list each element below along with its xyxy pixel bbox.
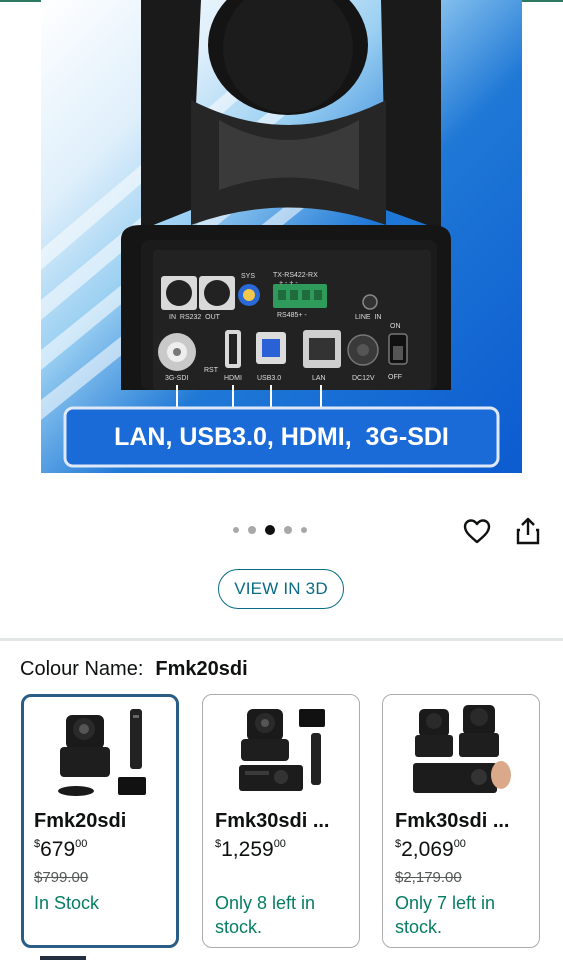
product-image[interactable]: SYS TX-RS422-RX + - + - RS485+ - IN RS23… <box>41 0 522 473</box>
variant-stock-status: Only 8 left in stock. <box>215 893 316 937</box>
rs485-label: RS485+ - <box>277 312 307 319</box>
variant-name: Fmk20sdi <box>34 810 127 832</box>
lan-label: LAN <box>312 375 326 382</box>
variant-thumbnail <box>413 705 511 793</box>
terminal-polarity-label: + - + - <box>279 280 298 287</box>
line-in-label: LINE IN <box>355 314 382 321</box>
section-divider <box>0 638 563 641</box>
variant-thumbnail <box>239 709 325 791</box>
hdmi-label: HDMI <box>224 375 242 382</box>
off-label: OFF <box>388 374 402 381</box>
variant-name: Fmk30sdi ... <box>395 810 510 832</box>
variant-thumbnail <box>58 709 146 796</box>
heart-icon[interactable] <box>462 516 492 546</box>
variant-price: $1,25900 <box>215 838 286 861</box>
camera-rear-illustration <box>41 0 500 468</box>
colour-label: Colour Name: <box>20 658 144 680</box>
colour-value: Fmk20sdi <box>155 658 248 680</box>
variant-card-fmk30sdi-1[interactable]: Fmk30sdi ... $1,25900 Only 8 left in sto… <box>202 694 360 948</box>
variant-stock-status: In Stock <box>34 893 100 913</box>
feature-banner-text: LAN, USB3.0, HDMI, 3G-SDI <box>114 422 449 451</box>
bottom-bar-fragment <box>40 956 86 960</box>
variant-list-price: $2,179.00 <box>395 869 462 886</box>
view-in-3d-button[interactable]: VIEW IN 3D <box>218 569 344 609</box>
variant-list-price: $799.00 <box>34 869 89 886</box>
sdi-label: 3G-SDI <box>165 375 189 382</box>
variant-card-fmk20sdi[interactable]: Fmk20sdi $67900 $799.00 In Stock <box>21 694 179 948</box>
on-label: ON <box>390 323 401 330</box>
rst-label: RST <box>204 367 218 374</box>
colour-selection-label: Colour Name: Fmk20sdi <box>20 658 248 681</box>
carousel-dot[interactable] <box>301 527 307 533</box>
carousel-indicator[interactable] <box>233 525 307 535</box>
sys-label: SYS <box>241 273 256 280</box>
rs232-label: IN RS232 OUT <box>169 314 220 321</box>
variant-stock-status: Only 7 left in stock. <box>395 893 496 937</box>
tx-rx-label: TX-RS422-RX <box>273 272 318 279</box>
dc-label: DC12V <box>352 375 375 382</box>
variant-price: $67900 <box>34 838 88 861</box>
variant-price: $2,06900 <box>395 838 466 861</box>
usb-label: USB3.0 <box>257 375 282 382</box>
carousel-dot-active[interactable] <box>265 525 275 535</box>
carousel-dot[interactable] <box>248 526 256 534</box>
share-icon[interactable] <box>514 516 542 546</box>
variant-card-fmk30sdi-2[interactable]: Fmk30sdi ... $2,06900 $2,179.00 Only 7 l… <box>382 694 540 948</box>
carousel-dot[interactable] <box>233 527 239 533</box>
variant-name: Fmk30sdi ... <box>215 810 330 832</box>
carousel-dot[interactable] <box>284 526 292 534</box>
